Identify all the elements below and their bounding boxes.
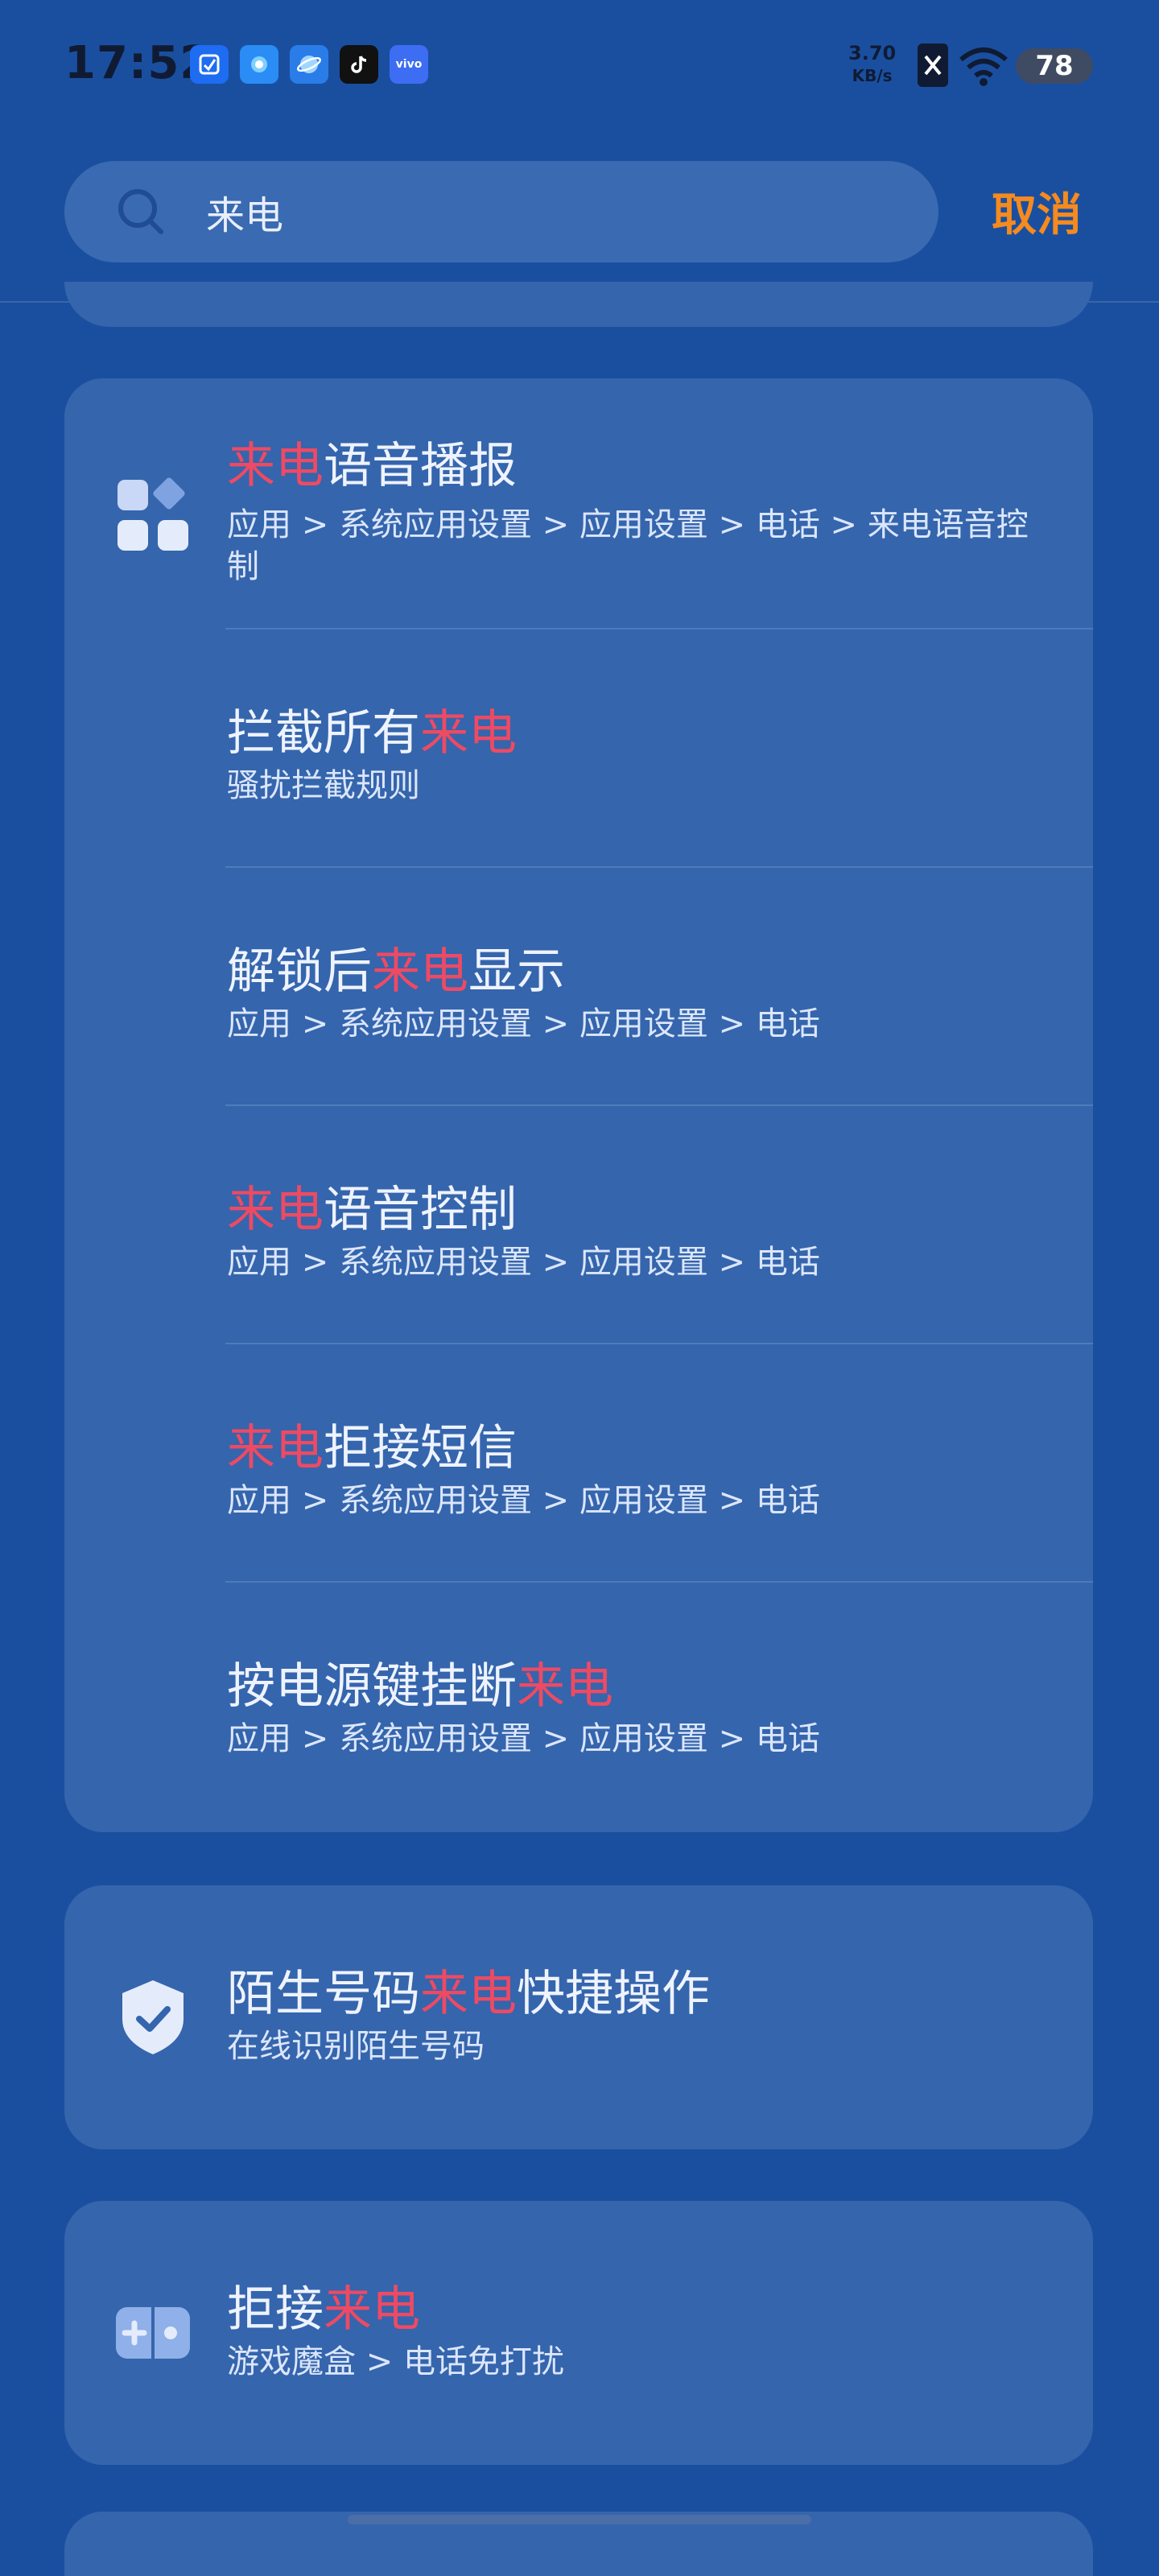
result-path: 在线识别陌生号码 <box>227 2028 485 2065</box>
search-icon <box>118 189 163 234</box>
result-item[interactable]: 陌生号码来电快捷操作 在线识别陌生号码 <box>64 1885 1093 2149</box>
network-speed: 3.70 KB/s <box>848 42 896 87</box>
result-item[interactable]: 解锁后来电显示 应用 > 系统应用设置 > 应用设置 > 电话 <box>64 868 1093 1104</box>
vivo-app-icon: vivo <box>390 45 428 84</box>
result-path: 游戏魔盒 > 电话免打扰 <box>227 2343 564 2380</box>
clean-app-icon <box>190 45 229 84</box>
result-path: 应用 > 系统应用设置 > 应用设置 > 电话 <box>227 1005 820 1042</box>
result-card-game: 拒接来电 游戏魔盒 > 电话免打扰 <box>64 2201 1093 2465</box>
result-highlight: 来电 <box>324 2281 420 2338</box>
result-title: 来电拒接短信 <box>227 1420 517 1476</box>
wifi-icon <box>959 47 1008 86</box>
result-title: 来电语音控制 <box>227 1182 517 1238</box>
result-path: 应用 > 系统应用设置 > 应用设置 > 电话 <box>227 1482 820 1519</box>
result-title: 陌生号码来电快捷操作 <box>227 1966 710 2022</box>
browser-app-icon <box>290 45 328 84</box>
cancel-button[interactable]: 取消 <box>992 179 1082 244</box>
result-title: 按电源键挂断来电 <box>227 1658 613 1715</box>
search-bar[interactable] <box>64 161 938 262</box>
network-speed-value: 3.70 <box>848 42 897 64</box>
result-highlight: 来电 <box>227 438 324 494</box>
battery-indicator: 78 <box>1016 48 1093 84</box>
result-item[interactable]: 来电语音播报 应用 > 系统应用设置 > 应用设置 > 电话 > 来电语音控制 <box>64 378 1093 628</box>
result-item[interactable]: 来电拒接短信 应用 > 系统应用设置 > 应用设置 > 电话 <box>64 1344 1093 1581</box>
result-title: 来电语音播报 <box>227 438 517 494</box>
result-title: 拦截所有来电 <box>227 705 517 762</box>
result-highlight: 来电 <box>227 1420 324 1476</box>
result-path: 应用 > 系统应用设置 > 应用设置 > 电话 <box>227 1720 820 1757</box>
sim-icon <box>918 43 948 87</box>
result-path: 应用 > 系统应用设置 > 应用设置 > 电话 <box>227 1244 820 1281</box>
network-speed-unit: KB/s <box>852 66 893 85</box>
search-input[interactable] <box>206 185 866 238</box>
result-item[interactable]: 拦截所有来电 骚扰拦截规则 <box>64 630 1093 866</box>
result-card-settings: 来电语音播报 应用 > 系统应用设置 > 应用设置 > 电话 > 来电语音控制 … <box>64 378 1093 1832</box>
result-highlight: 来电 <box>420 705 517 762</box>
result-item[interactable]: 来电语音控制 应用 > 系统应用设置 > 应用设置 > 电话 <box>64 1106 1093 1343</box>
tiktok-app-icon <box>340 45 378 84</box>
result-item[interactable]: 按电源键挂断来电 应用 > 系统应用设置 > 应用设置 > 电话 <box>64 1583 1093 1832</box>
result-highlight: 来电 <box>372 943 468 1000</box>
result-item[interactable]: 拒接来电 游戏魔盒 > 电话免打扰 <box>64 2201 1093 2465</box>
home-indicator[interactable] <box>348 2515 811 2524</box>
result-path: 骚扰拦截规则 <box>227 767 420 804</box>
previous-card-edge <box>64 282 1093 327</box>
result-highlight: 来电 <box>517 1658 613 1715</box>
result-highlight: 来电 <box>420 1966 517 2022</box>
status-bar: 17:52 vivo 3.70 KB/s 78 <box>0 0 1159 129</box>
result-title: 解锁后来电显示 <box>227 943 565 1000</box>
assistant-app-icon <box>240 45 278 84</box>
result-title: 拒接来电 <box>227 2281 420 2338</box>
result-card-security: 陌生号码来电快捷操作 在线识别陌生号码 <box>64 1885 1093 2149</box>
result-highlight: 来电 <box>227 1182 324 1238</box>
result-path: 应用 > 系统应用设置 > 应用设置 > 电话 > 来电语音控制 <box>227 506 1029 585</box>
